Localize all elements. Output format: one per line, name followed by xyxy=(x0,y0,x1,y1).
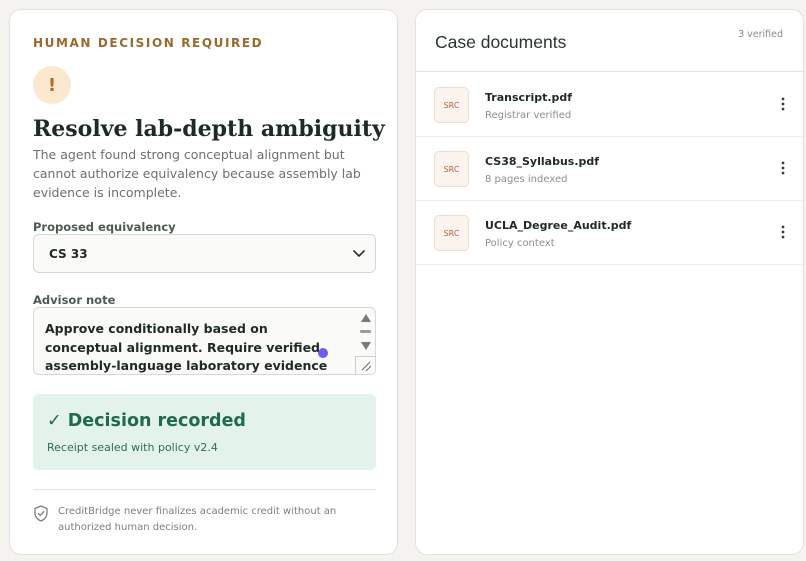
document-name[interactable]: UCLA_Degree_Audit.pdf xyxy=(485,219,631,232)
document-row[interactable]: SRC CS38_Syllabus.pdf 8 pages indexed xyxy=(416,137,803,201)
advisor-note-text: Approve conditionally based on conceptua… xyxy=(45,321,328,373)
decision-panel: HUMAN DECISION REQUIRED ! Resolve lab-de… xyxy=(9,9,398,555)
documents-panel: Case documents 3 verified SRC Transcript… xyxy=(415,9,804,555)
pointer-cursor xyxy=(318,348,328,358)
eyebrow-label: HUMAN DECISION REQUIRED xyxy=(33,36,264,50)
documents-title: Case documents xyxy=(435,32,567,52)
document-meta: Registrar verified xyxy=(485,110,572,121)
scroll-down-arrow-icon[interactable] xyxy=(360,341,372,351)
document-name[interactable]: Transcript.pdf xyxy=(485,91,572,104)
advisor-note-label: Advisor note xyxy=(33,293,116,307)
verified-count: 3 verified xyxy=(738,29,783,40)
resize-handle[interactable] xyxy=(355,356,375,374)
divider xyxy=(33,489,376,490)
document-badge: SRC xyxy=(434,87,469,123)
decision-receipt: Receipt sealed with policy v2.4 xyxy=(47,441,218,454)
decision-title: ✓ Decision recorded xyxy=(47,411,246,431)
equivalency-label: Proposed equivalency xyxy=(33,220,176,234)
more-vertical-icon[interactable] xyxy=(781,97,785,111)
equivalency-selected-value: CS 33 xyxy=(49,247,88,261)
document-meta: 8 pages indexed xyxy=(485,174,568,185)
document-list: SRC Transcript.pdf Registrar verified SR… xyxy=(416,73,803,265)
equivalency-select[interactable]: CS 33 xyxy=(33,234,376,273)
document-meta: Policy context xyxy=(485,238,555,249)
document-badge: SRC xyxy=(434,151,469,187)
resize-grip-icon xyxy=(361,361,372,372)
decision-recorded-banner: ✓ Decision recorded Receipt sealed with … xyxy=(33,394,376,470)
page-title: Resolve lab-depth ambiguity xyxy=(33,116,385,142)
shield-check-icon xyxy=(34,505,48,522)
scroll-up-arrow-icon[interactable] xyxy=(360,313,372,323)
document-row[interactable]: SRC Transcript.pdf Registrar verified xyxy=(416,73,803,137)
alert-icon: ! xyxy=(33,66,71,104)
documents-header: Case documents 3 verified xyxy=(416,10,803,72)
decision-description: The agent found strong conceptual alignm… xyxy=(33,147,361,200)
document-name[interactable]: CS38_Syllabus.pdf xyxy=(485,155,599,168)
more-vertical-icon[interactable] xyxy=(781,161,785,175)
scroll-thumb[interactable] xyxy=(360,330,371,333)
advisor-note-textarea[interactable]: Approve conditionally based on conceptua… xyxy=(33,307,376,375)
chevron-down-icon xyxy=(353,250,365,257)
document-row[interactable]: SRC UCLA_Degree_Audit.pdf Policy context xyxy=(416,201,803,265)
more-vertical-icon[interactable] xyxy=(781,225,785,239)
footnote: CreditBridge never finalizes academic cr… xyxy=(58,506,337,533)
document-badge: SRC xyxy=(434,215,469,251)
